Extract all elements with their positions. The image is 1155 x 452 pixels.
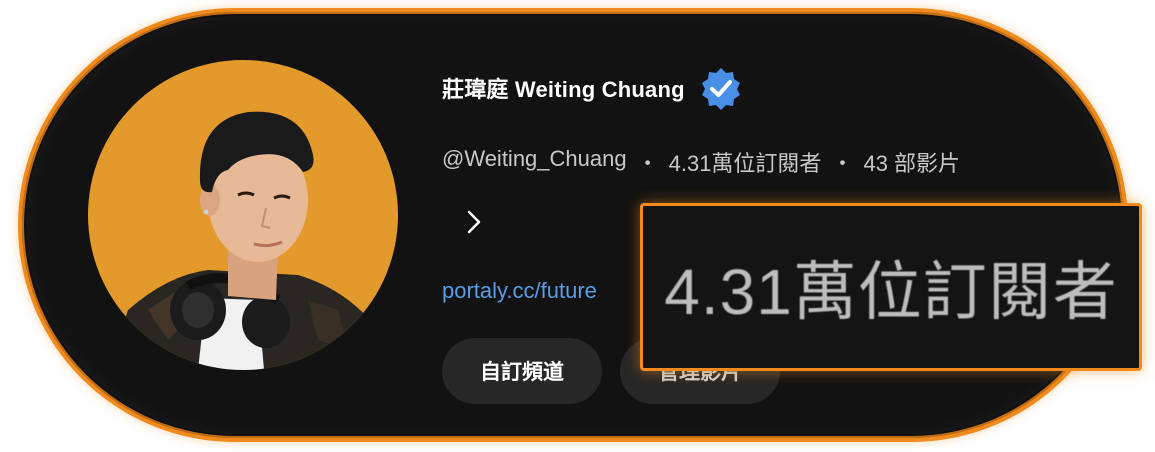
channel-handle: @Weiting_Chuang (442, 146, 627, 171)
subscriber-zoom-callout: 4.31萬位訂閱者 (640, 203, 1142, 371)
channel-meta-row: @Weiting_Chuang ・ 4.31萬位訂閱者 ・ 43 部影片 (442, 146, 960, 178)
channel-name-row: 莊瑋庭 Weiting Chuang (442, 66, 743, 110)
channel-card-screenshot: 莊瑋庭 Weiting Chuang @Weiting_Chuang ・ 4.3… (0, 0, 1155, 452)
video-count: 43 部影片 (863, 151, 961, 176)
meta-separator: ・ (636, 151, 659, 176)
meta-separator: ・ (831, 151, 854, 176)
channel-link[interactable]: portaly.cc/future (442, 278, 597, 304)
chevron-right-icon[interactable] (456, 204, 492, 240)
subscriber-count: 4.31萬位訂閱者 (668, 151, 822, 176)
callout-subscriber-count: 4.31萬位訂閱者 (664, 256, 1118, 328)
channel-name: 莊瑋庭 Weiting Chuang (442, 77, 685, 102)
verified-badge-icon (699, 66, 743, 110)
avatar-portrait (88, 60, 398, 370)
channel-avatar[interactable] (88, 60, 398, 370)
customize-channel-button[interactable]: 自訂頻道 (442, 338, 602, 404)
